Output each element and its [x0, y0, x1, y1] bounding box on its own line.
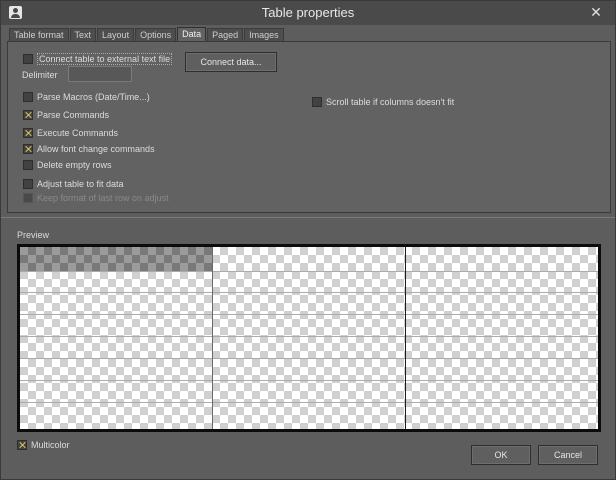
parse-commands-label: Parse Commands: [37, 110, 110, 120]
connect-external-checkbox[interactable]: [23, 54, 33, 64]
parse-macros-row[interactable]: Parse Macros (Date/Time...): [23, 91, 150, 103]
preview-row-line: [20, 336, 598, 337]
adjust-table-checkbox[interactable]: [23, 179, 33, 189]
tab-paged[interactable]: Paged: [207, 28, 244, 42]
parse-commands-checkbox[interactable]: [23, 110, 33, 120]
delete-empty-rows-label: Delete empty rows: [37, 160, 112, 170]
preview-label: Preview: [17, 230, 50, 240]
delete-empty-rows-checkbox[interactable]: [23, 160, 33, 170]
keep-format-row: Keep format of last row on adjust: [23, 192, 169, 204]
parse-macros-checkbox[interactable]: [23, 92, 33, 102]
allow-font-change-label: Allow font change commands: [37, 144, 155, 154]
delete-empty-rows-row[interactable]: Delete empty rows: [23, 159, 112, 171]
delimiter-input[interactable]: [68, 66, 132, 82]
adjust-table-row[interactable]: Adjust table to fit data: [23, 178, 124, 190]
tab-table-format[interactable]: Table format: [9, 28, 69, 42]
cancel-button[interactable]: Cancel: [538, 445, 598, 465]
keep-format-checkbox: [23, 193, 33, 203]
preview-row-line: [20, 402, 598, 403]
keep-format-label: Keep format of last row on adjust: [37, 193, 169, 203]
allow-font-change-row[interactable]: Allow font change commands: [23, 143, 155, 155]
execute-commands-label: Execute Commands: [37, 128, 119, 138]
close-icon[interactable]: ✕: [587, 3, 605, 21]
ok-button[interactable]: OK: [471, 445, 531, 465]
preview-row-line: [20, 358, 598, 359]
adjust-table-label: Adjust table to fit data: [37, 179, 124, 189]
connect-external-label: Connect table to external text file: [37, 53, 173, 65]
preview-row-line: [20, 314, 598, 315]
connect-external-row[interactable]: Connect table to external text file: [23, 53, 173, 65]
preview-row-line: [20, 271, 598, 272]
connect-data-button[interactable]: Connect data...: [185, 52, 277, 72]
scroll-table-checkbox[interactable]: [312, 97, 322, 107]
section-divider: [1, 217, 615, 218]
table-preview: [17, 244, 601, 432]
tab-options[interactable]: Options: [135, 28, 177, 42]
tab-data[interactable]: Data: [177, 27, 207, 42]
table-properties-dialog: Table properties ✕ Table format Text Lay…: [0, 0, 616, 480]
preview-row-line: [20, 380, 598, 381]
preview-column-line: [212, 247, 213, 429]
tab-bar: Table format Text Layout Options Data Pa…: [9, 27, 285, 42]
tab-text[interactable]: Text: [69, 28, 97, 42]
scroll-table-row[interactable]: Scroll table if columns doesn't fit: [312, 96, 454, 108]
title-bar: Table properties ✕: [1, 1, 615, 25]
multicolor-row[interactable]: Multicolor: [17, 439, 70, 451]
preview-column-line: [405, 247, 406, 429]
scroll-table-label: Scroll table if columns doesn't fit: [326, 97, 455, 107]
preview-row-line: [20, 292, 598, 293]
window-title: Table properties: [261, 5, 355, 20]
parse-commands-row[interactable]: Parse Commands: [23, 109, 109, 121]
execute-commands-row[interactable]: Execute Commands: [23, 127, 118, 139]
allow-font-change-checkbox[interactable]: [23, 144, 33, 154]
delimiter-label: Delimiter: [22, 70, 58, 80]
parse-macros-label: Parse Macros (Date/Time...): [37, 92, 150, 102]
multicolor-checkbox[interactable]: [17, 440, 27, 450]
execute-commands-checkbox[interactable]: [23, 128, 33, 138]
tab-images[interactable]: Images: [244, 28, 284, 42]
preview-header-cell: [20, 247, 212, 271]
multicolor-label: Multicolor: [31, 440, 70, 450]
tab-layout[interactable]: Layout: [97, 28, 135, 42]
